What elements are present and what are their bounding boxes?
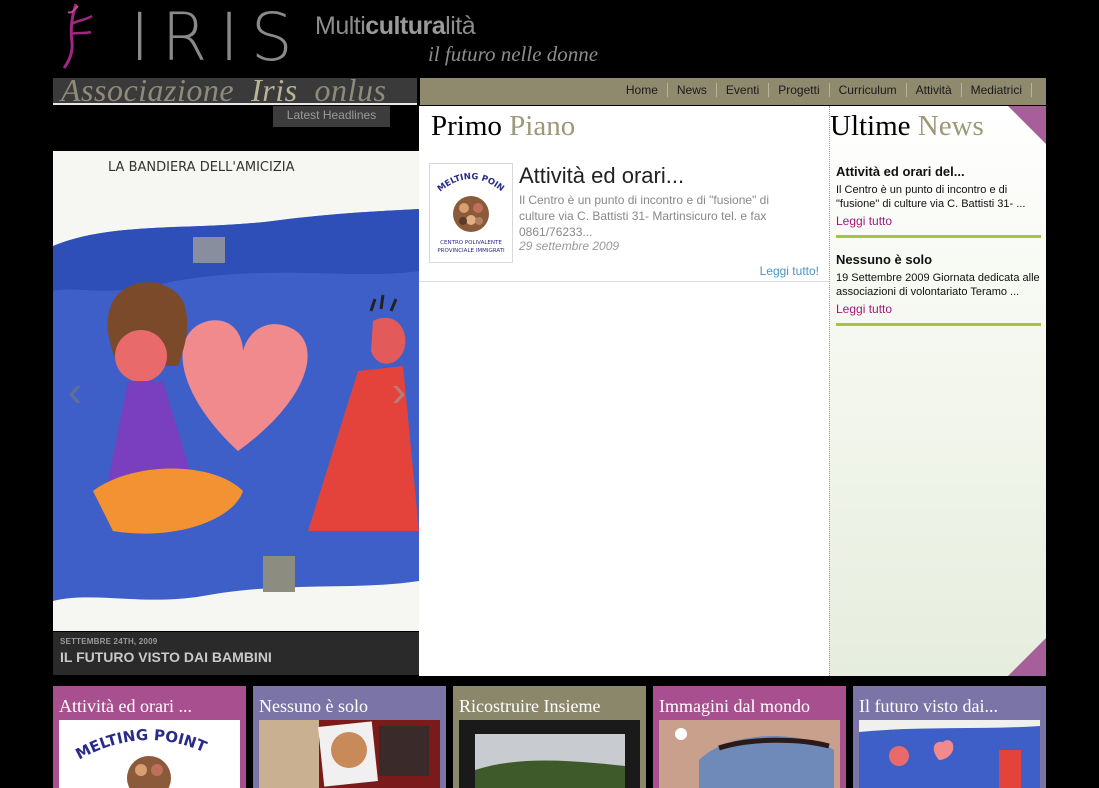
news-item-title[interactable]: Nessuno è solo xyxy=(836,252,1041,267)
nav-news[interactable]: News xyxy=(668,83,717,97)
article-excerpt: Il Centro è un punto di incontro e di "f… xyxy=(519,193,770,239)
feature-card-title[interactable]: Attività ed orari ... xyxy=(53,686,246,720)
news-item-excerpt: Il Centro è un punto di incontro e di "f… xyxy=(836,184,1026,210)
feature-card[interactable]: Il futuro visto dai... xyxy=(853,686,1046,788)
news-divider xyxy=(836,323,1041,326)
article-date: 29 settembre 2009 xyxy=(519,239,620,253)
news-item-excerpt: 19 Settembre 2009 Giornata dedicata alle… xyxy=(836,272,1040,298)
association-bar: Associazione Iris onlus xyxy=(53,78,417,105)
primo-piano-title: Primo Piano xyxy=(431,110,576,142)
feature-card-image[interactable] xyxy=(459,720,640,788)
feature-card[interactable]: Attività ed orari ... MELTING POINT xyxy=(53,686,246,788)
main-nav: Home News Eventi Progetti Curriculum Att… xyxy=(420,78,1046,105)
feature-card[interactable]: Nessuno è solo xyxy=(253,686,446,788)
slideshow-prev-icon[interactable]: ‹ xyxy=(60,369,90,415)
feature-card-title[interactable]: Il futuro visto dai... xyxy=(853,686,1046,720)
corner-decoration xyxy=(1008,638,1046,676)
slideshow-next-icon[interactable]: › xyxy=(384,369,414,415)
slideshow-title[interactable]: IL FUTURO VISTO DAI BAMBINI xyxy=(60,649,412,665)
nav-home[interactable]: Home xyxy=(617,83,668,97)
nav-mediatrici[interactable]: Mediatrici xyxy=(962,83,1032,97)
feature-card-title[interactable]: Nessuno è solo xyxy=(253,686,446,720)
nav-curriculum[interactable]: Curriculum xyxy=(830,83,907,97)
ultime-news-title: Ultime News xyxy=(830,110,984,142)
slideshow-date: SETTEMBRE 24TH, 2009 xyxy=(60,637,158,646)
site-logo-text[interactable]: IRIS xyxy=(130,0,305,78)
news-item-read-more-link[interactable]: Leggi tutto xyxy=(836,214,1041,228)
feature-card-image[interactable] xyxy=(659,720,840,788)
nav-eventi[interactable]: Eventi xyxy=(717,83,770,97)
article-divider xyxy=(419,281,829,282)
article-thumbnail[interactable]: MELTING POINT CENTRO POLIVALENTE PROVINC… xyxy=(429,161,513,263)
site-subtagline: il futuro nelle donne xyxy=(428,42,599,66)
corner-decoration xyxy=(1008,106,1046,144)
site-tagline: Multiculturalità xyxy=(315,12,476,40)
slideshow-image[interactable]: LA BANDIERA DELL'AMICIZIA xyxy=(53,151,419,631)
feature-card-title[interactable]: Immagini dal mondo xyxy=(653,686,846,720)
news-item: Nessuno è solo 19 Settembre 2009 Giornat… xyxy=(836,252,1041,326)
feature-card-image[interactable] xyxy=(859,720,1040,788)
feature-card[interactable]: Ricostruire Insieme xyxy=(453,686,646,788)
nav-progetti[interactable]: Progetti xyxy=(769,83,830,97)
nav-attivita[interactable]: Attività xyxy=(907,83,962,97)
news-divider xyxy=(836,235,1041,238)
svg-text:CENTRO POLIVALENTE: CENTRO POLIVALENTE xyxy=(440,240,502,246)
news-item: Attività ed orari del... Il Centro è un … xyxy=(836,164,1041,238)
latest-headlines-tab[interactable]: Latest Headlines xyxy=(273,106,390,127)
svg-text:PROVINCIALE IMMIGRATI: PROVINCIALE IMMIGRATI xyxy=(437,248,505,254)
slideshow-caption[interactable]: SETTEMBRE 24TH, 2009 IL FUTURO VISTO DAI… xyxy=(53,632,419,675)
news-item-read-more-link[interactable]: Leggi tutto xyxy=(836,302,1041,316)
feature-card[interactable]: Immagini dal mondo xyxy=(653,686,846,788)
article-read-more-link[interactable]: Leggi tutto! xyxy=(760,264,819,278)
feature-card-image[interactable] xyxy=(259,720,440,788)
ultime-news-sidebar: Ultime News Attività ed orari del... Il … xyxy=(829,106,1046,676)
feature-card-title[interactable]: Ricostruire Insieme xyxy=(453,686,646,720)
article-title[interactable]: Attività ed orari... xyxy=(519,163,684,189)
feature-card-image[interactable]: MELTING POINT xyxy=(59,720,240,788)
drawing-caption: LA BANDIERA DELL'AMICIZIA xyxy=(108,160,295,175)
association-title: Associazione Iris onlus xyxy=(61,78,387,105)
primo-piano-panel: Primo Piano MELTING POINT CENTRO POLIVAL… xyxy=(419,106,829,676)
iris-logo-icon[interactable] xyxy=(58,2,98,70)
news-item-title[interactable]: Attività ed orari del... xyxy=(836,164,1041,179)
